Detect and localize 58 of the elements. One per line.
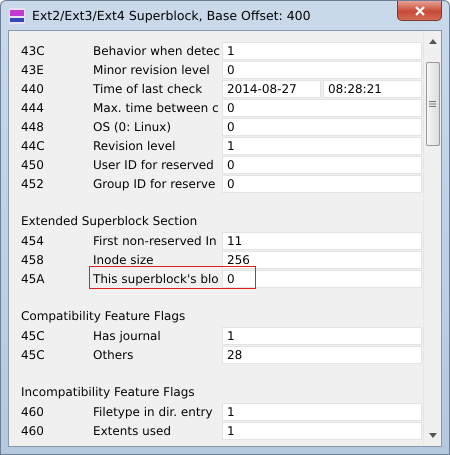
field-label: Behavior when detec (93, 44, 222, 58)
value-field[interactable]: 1 (222, 42, 422, 60)
value-field[interactable]: 0 (222, 270, 422, 288)
offset-label: 452 (21, 176, 45, 190)
offset-label: 450 (21, 158, 45, 172)
offset-label: 43C (21, 44, 46, 58)
field-label: Group ID for reserve (93, 176, 216, 190)
close-icon (414, 6, 426, 16)
grip-icon (429, 101, 436, 107)
value-field[interactable]: 1 (222, 326, 422, 344)
value-field[interactable]: 0 (222, 118, 422, 136)
value-field[interactable]: 1 (222, 136, 422, 154)
value-field[interactable]: 1 (222, 402, 422, 420)
value-field[interactable]: 0 (222, 174, 422, 192)
value-field[interactable]: 2014-08-27 (222, 80, 321, 98)
offset-label: 43E (21, 62, 45, 76)
scroll-up-icon (428, 39, 436, 44)
offset-label: 458 (21, 252, 45, 266)
value-field[interactable]: 11 (222, 232, 422, 250)
offset-label: 460 (21, 404, 45, 418)
field-label: Time of last check (93, 82, 204, 96)
section-title: Compatibility Feature Flags (21, 308, 186, 325)
app-logo-icon (8, 6, 26, 24)
offset-label: 454 (21, 234, 45, 248)
offset-label: 460 (21, 424, 45, 438)
field-label: Inode size (93, 252, 155, 266)
offset-label: 448 (21, 120, 45, 134)
value-field[interactable]: 28 (222, 346, 422, 364)
field-label: This superblock's blo (93, 272, 220, 286)
field-label: Has journal (93, 328, 162, 342)
field-label: Revision level (93, 138, 176, 152)
scroll-thumb[interactable] (426, 62, 440, 146)
field-label: Extents used (93, 424, 172, 438)
offset-label: 45C (21, 348, 46, 362)
offset-label: 44C (21, 138, 46, 152)
scrollbar[interactable] (423, 31, 441, 446)
value-field[interactable]: 0 (222, 98, 422, 116)
offset-label: 45A (21, 272, 46, 286)
value-field[interactable]: 0 (222, 156, 422, 174)
field-label: User ID for reserved (93, 158, 215, 172)
offset-label: 440 (21, 82, 45, 96)
section-title: Incompatibility Feature Flags (21, 384, 196, 401)
field-label: First non-reserved In (93, 234, 218, 248)
field-label: OS (0: Linux) (93, 120, 172, 134)
field-label: Max. time between c (93, 100, 220, 114)
value-field[interactable]: 08:28:21 (323, 80, 422, 98)
offset-label: 444 (21, 100, 45, 114)
value-field[interactable]: 256 (222, 250, 422, 268)
value-field[interactable]: 0 (222, 60, 422, 78)
field-label: Others (93, 348, 134, 362)
field-label: Minor revision level (93, 62, 211, 76)
window-title: Ext2/Ext3/Ext4 Superblock, Base Offset: 400 (32, 8, 311, 23)
section-title: Extended Superblock Section (21, 213, 198, 230)
offset-label: 45C (21, 328, 46, 342)
value-field[interactable]: 1 (222, 422, 422, 440)
close-button[interactable] (397, 1, 442, 21)
scroll-down-icon (428, 433, 436, 438)
field-label: Filetype in dir. entry (93, 404, 214, 418)
